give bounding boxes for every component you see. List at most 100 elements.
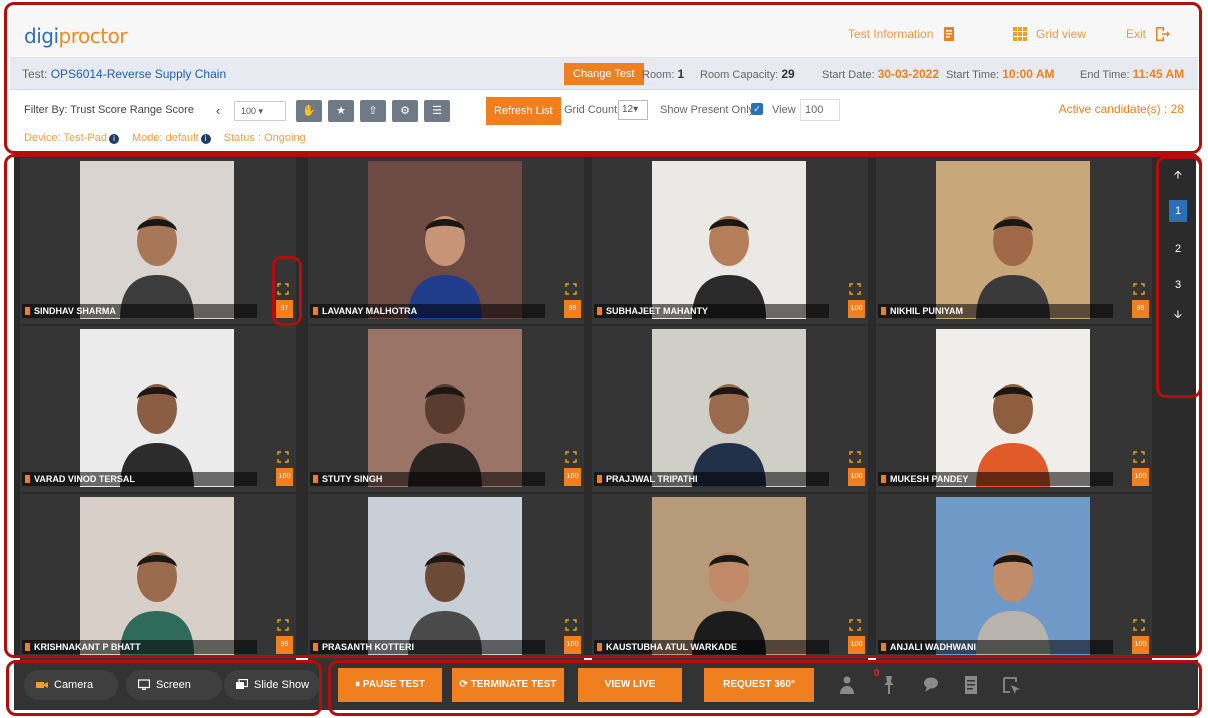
candidate-tile[interactable]: LAVANAY MALHOTRA 99 [308,158,584,324]
test-information-link[interactable]: Test Information [848,26,957,42]
mode-label: Mode: default [132,132,199,144]
info-icon[interactable]: i [200,134,211,144]
show-present-only-checkbox[interactable]: ✓ [751,103,763,115]
score-select[interactable]: 100 ▾ [234,101,286,121]
candidate-name: PRAJJWAL TRIPATHI [594,472,829,486]
exit-link[interactable]: Exit [1126,26,1171,42]
candidate-name: SUBHAJEET MAHANTY [594,304,829,318]
candidate-person-image [976,216,1050,319]
candidate-video-feed [652,329,806,487]
expand-icon[interactable] [849,451,861,463]
bottom-toolbar: Camera Screen Slide Show ⏸ PAUSE TEST ⟳ … [14,660,1198,710]
expand-icon[interactable] [1133,451,1145,463]
screen-button[interactable]: Screen [126,670,222,700]
proctor-header: digiproctor Test Information Grid view E… [10,8,1198,150]
candidate-tile[interactable]: SINDHAV SHARMA 97 [20,158,296,324]
terminate-test-button[interactable]: ⟳ TERMINATE TEST [452,668,564,702]
grid-view-link[interactable]: Grid view [1012,26,1086,42]
notes-icon[interactable] [960,674,982,696]
status-label: Status : Ongoing [223,132,306,144]
pin-icon[interactable] [878,674,900,696]
change-test-button[interactable]: Change Test [564,63,644,85]
chevron-left-icon[interactable]: ‹ [210,100,226,122]
exit-label: Exit [1126,27,1147,41]
slide-show-button[interactable]: Slide Show [224,670,320,700]
expand-icon[interactable] [1133,283,1145,295]
page-1[interactable]: 1 [1169,200,1187,222]
candidate-video-feed [368,497,522,655]
monitor-icon [138,679,150,690]
candidate-grid: SINDHAV SHARMA 97 LAVANAY MALHOTRA 99 SUBHAJ… [14,154,1196,660]
settings-icon[interactable]: ⚙ [392,100,418,122]
expand-icon[interactable] [849,619,861,631]
candidate-name: STUTY SINGH [310,472,545,486]
screen-share-icon[interactable] [1000,674,1022,696]
grid-count-select[interactable]: 12▾ [618,100,648,120]
page-navigator: 🡩 1 2 3 🡫 [1164,160,1192,392]
expand-icon[interactable] [849,283,861,295]
expand-icon[interactable] [277,283,289,295]
pause-test-button[interactable]: ⏸ PAUSE TEST [338,668,442,702]
view-live-button[interactable]: VIEW LIVE [578,668,682,702]
camera-button[interactable]: Camera [24,670,118,700]
candidate-name: LAVANAY MALHOTRA [310,304,545,318]
page-3[interactable]: 3 [1169,274,1187,296]
candidate-tile[interactable]: SUBHAJEET MAHANTY 100 [592,158,868,324]
candidate-name: KAUSTUBHA ATUL WARKADE [594,640,829,654]
candidate-video-feed [652,161,806,319]
exit-icon [1156,27,1171,41]
candidate-video-feed [80,329,234,487]
candidate-video-feed [368,161,522,319]
candidate-video-feed [652,497,806,655]
digiproctor-logo: digiproctor [24,24,128,48]
arrow-down-icon[interactable]: 🡫 [1169,304,1187,326]
candidate-person-image [692,384,766,487]
trust-score-badge: 100 [564,468,581,486]
device-label: Device: Test-Pad [24,132,107,144]
candidate-tile[interactable]: PRASANTH KOTTERI 100 [308,494,584,660]
expand-icon[interactable] [277,619,289,631]
trust-score-badge: 99 [276,636,293,654]
candidate-tile[interactable]: VARAD VINOD TERSAL 100 [20,326,296,492]
expand-icon[interactable] [277,451,289,463]
candidate-tile[interactable]: NIKHIL PUNIYAM 99 [876,158,1152,324]
hand-icon[interactable]: ✋ [296,100,322,122]
candidate-tile[interactable]: ANJALI WADHWANI 100 [876,494,1152,660]
slides-icon [236,679,248,689]
candidate-tile[interactable]: PRAJJWAL TRIPATHI 100 [592,326,868,492]
page-2[interactable]: 2 [1169,238,1187,260]
candidate-person-image [120,216,194,319]
grid-count-label: Grid Count [564,104,618,116]
expand-icon[interactable] [565,283,577,295]
candidate-name: KRISHNAKANT P BHATT [22,640,257,654]
person-alert-icon[interactable] [836,674,858,696]
star-icon[interactable]: ★ [328,100,354,122]
trust-score-badge: 97 [276,300,293,318]
test-name: Test: OPS6014-Reverse Supply Chain [22,67,227,81]
candidate-name: PRASANTH KOTTERI [310,640,545,654]
view-input[interactable]: 100 [800,99,840,121]
candidate-tile[interactable]: STUTY SINGH 100 [308,326,584,492]
trust-score-badge: 100 [1132,468,1149,486]
expand-icon[interactable] [565,451,577,463]
candidate-person-image [120,552,194,655]
arrow-up-icon[interactable]: 🡩 [1169,164,1187,186]
candidate-person-image [408,552,482,655]
list-icon[interactable]: ☰ [424,100,450,122]
chat-icon[interactable] [920,674,942,696]
upload-icon[interactable]: ⇧ [360,100,386,122]
trust-score-badge: 100 [276,468,293,486]
candidate-tile[interactable]: KAUSTUBHA ATUL WARKADE 100 [592,494,868,660]
trust-score-badge: 100 [848,468,865,486]
refresh-list-button[interactable]: Refresh List [486,97,561,125]
trust-score-badge: 100 [848,636,865,654]
request-360-button[interactable]: REQUEST 360° [704,668,814,702]
candidate-tile[interactable]: MUKESH PANDEY 100 [876,326,1152,492]
info-icon[interactable]: i [108,134,119,144]
candidate-tile[interactable]: KRISHNAKANT P BHATT 99 [20,494,296,660]
expand-icon[interactable] [565,619,577,631]
test-information-label: Test Information [848,27,934,41]
expand-icon[interactable] [1133,619,1145,631]
candidate-person-image [408,384,482,487]
filter-label: Filter By: Trust Score Range Score [24,104,194,116]
